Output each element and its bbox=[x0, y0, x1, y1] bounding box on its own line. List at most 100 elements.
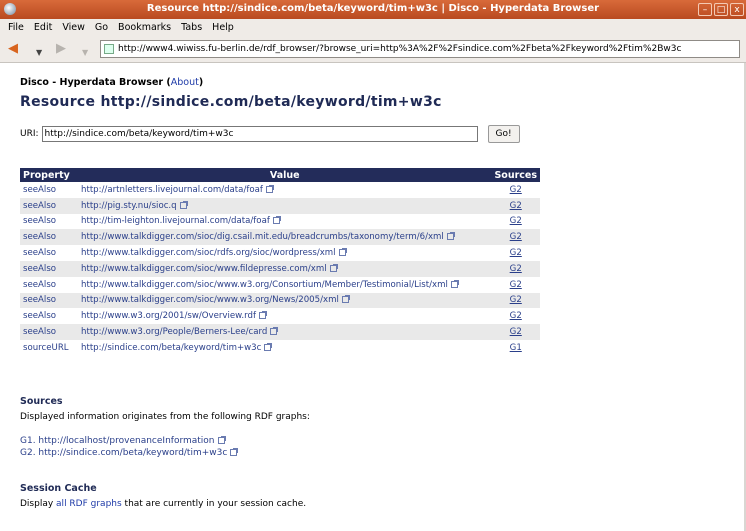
value-link[interactable]: http://pig.sty.nu/sioc.q bbox=[81, 201, 177, 211]
source-link[interactable]: G2 bbox=[510, 280, 522, 290]
source-cell: G1 bbox=[491, 339, 540, 356]
property-link[interactable]: seeAlso bbox=[20, 245, 78, 261]
table-row: seeAlso http://pig.sty.nu/sioc.q G2 bbox=[20, 197, 540, 214]
source-cell: G2 bbox=[491, 292, 540, 309]
back-arrow-icon[interactable]: ◀ bbox=[8, 41, 18, 57]
value-link[interactable]: http://www.w3.org/People/Berners-Lee/car… bbox=[81, 327, 267, 337]
all-rdf-graphs-link[interactable]: all RDF graphs bbox=[56, 499, 122, 509]
property-link[interactable]: seeAlso bbox=[20, 276, 78, 293]
value-cell: http://tim-leighton.livejournal.com/data… bbox=[78, 213, 492, 230]
graph-item: G2. http://sindice.com/beta/keyword/tim+… bbox=[20, 448, 239, 458]
property-link[interactable]: seeAlso bbox=[20, 182, 78, 198]
maximize-button[interactable]: □ bbox=[714, 3, 728, 16]
menu-file[interactable]: File bbox=[3, 22, 29, 33]
external-link-icon[interactable] bbox=[179, 200, 188, 209]
external-link-icon[interactable] bbox=[341, 295, 350, 304]
table-row: seeAlso http://www.w3.org/2001/sw/Overvi… bbox=[20, 308, 540, 325]
property-link[interactable]: seeAlso bbox=[20, 308, 78, 325]
page-title: Resource http://sindice.com/beta/keyword… bbox=[20, 94, 442, 110]
source-link[interactable]: G2 bbox=[510, 264, 522, 274]
property-link[interactable]: seeAlso bbox=[20, 324, 78, 340]
app-name: Disco - Hyperdata Browser bbox=[20, 77, 164, 88]
external-link-icon[interactable] bbox=[270, 327, 279, 336]
source-link[interactable]: G2 bbox=[510, 295, 522, 305]
address-bar[interactable]: http://www4.wiwiss.fu-berlin.de/rdf_brow… bbox=[100, 40, 740, 58]
menu-help[interactable]: Help bbox=[207, 22, 239, 33]
property-link[interactable]: seeAlso bbox=[20, 229, 78, 246]
value-link[interactable]: http://artnletters.livejournal.com/data/… bbox=[81, 185, 263, 195]
header-property: Property bbox=[20, 168, 78, 182]
app-header: Disco - Hyperdata Browser (About) bbox=[20, 77, 204, 88]
value-link[interactable]: http://sindice.com/beta/keyword/tim+w3c bbox=[81, 343, 261, 353]
menu-bar: File Edit View Go Bookmarks Tabs Help bbox=[0, 19, 746, 36]
property-link[interactable]: seeAlso bbox=[20, 260, 78, 277]
close-button[interactable]: x bbox=[730, 3, 744, 16]
graph-link[interactable]: G1. http://localhost/provenanceInformati… bbox=[20, 436, 215, 446]
forward-arrow-icon[interactable]: ▶ bbox=[56, 41, 66, 57]
menu-tabs[interactable]: Tabs bbox=[176, 22, 207, 33]
value-link[interactable]: http://www.w3.org/2001/sw/Overview.rdf bbox=[81, 311, 256, 321]
source-link[interactable]: G1 bbox=[510, 343, 522, 353]
table-row: seeAlso http://www.talkdigger.com/sioc/r… bbox=[20, 245, 540, 261]
value-cell: http://www.talkdigger.com/sioc/www.w3.or… bbox=[78, 292, 492, 309]
source-link[interactable]: G2 bbox=[510, 216, 522, 226]
session-cache-heading: Session Cache bbox=[20, 483, 97, 494]
source-link[interactable]: G2 bbox=[510, 185, 522, 195]
external-link-icon[interactable] bbox=[446, 232, 455, 241]
source-link[interactable]: G2 bbox=[510, 248, 522, 258]
value-link[interactable]: http://tim-leighton.livejournal.com/data… bbox=[81, 216, 270, 226]
value-link[interactable]: http://www.talkdigger.com/sioc/www.w3.or… bbox=[81, 280, 448, 290]
external-link-icon[interactable] bbox=[338, 248, 347, 257]
value-link[interactable]: http://www.talkdigger.com/sioc/www.filde… bbox=[81, 264, 327, 274]
session-text-before: Display bbox=[20, 499, 57, 509]
property-link[interactable]: seeAlso bbox=[20, 213, 78, 230]
property-link[interactable]: sourceURL bbox=[20, 339, 78, 356]
external-link-icon[interactable] bbox=[329, 263, 338, 272]
table-row: seeAlso http://www.talkdigger.com/sioc/w… bbox=[20, 292, 540, 309]
back-dropdown-icon[interactable]: ▼ bbox=[36, 45, 42, 61]
menu-bookmarks[interactable]: Bookmarks bbox=[113, 22, 176, 33]
source-cell: G2 bbox=[491, 229, 540, 246]
value-cell: http://www.talkdigger.com/sioc/www.filde… bbox=[78, 260, 492, 277]
value-link[interactable]: http://www.talkdigger.com/sioc/www.w3.or… bbox=[81, 295, 339, 305]
source-link[interactable]: G2 bbox=[510, 201, 522, 211]
value-cell: http://www.talkdigger.com/sioc/www.w3.or… bbox=[78, 276, 492, 293]
external-link-icon[interactable] bbox=[272, 216, 281, 225]
table-row: seeAlso http://www.talkdigger.com/sioc/w… bbox=[20, 260, 540, 277]
value-cell: http://sindice.com/beta/keyword/tim+w3c bbox=[78, 339, 492, 356]
external-link-icon[interactable] bbox=[264, 342, 273, 351]
property-link[interactable]: seeAlso bbox=[20, 292, 78, 309]
external-link-icon[interactable] bbox=[230, 448, 239, 456]
value-cell: http://www.talkdigger.com/sioc/dig.csail… bbox=[78, 229, 492, 246]
value-cell: http://www.w3.org/People/Berners-Lee/car… bbox=[78, 324, 492, 340]
value-cell: http://pig.sty.nu/sioc.q bbox=[78, 197, 492, 214]
uri-form: URI: Go! bbox=[20, 125, 520, 143]
external-link-icon[interactable] bbox=[450, 279, 459, 288]
table-row: seeAlso http://www.talkdigger.com/sioc/w… bbox=[20, 276, 540, 293]
table-row: seeAlso http://artnletters.livejournal.c… bbox=[20, 182, 540, 198]
source-link[interactable]: G2 bbox=[510, 327, 522, 337]
go-button[interactable]: Go! bbox=[487, 125, 520, 143]
menu-view[interactable]: View bbox=[57, 22, 90, 33]
external-link-icon[interactable] bbox=[259, 311, 268, 320]
external-link-icon[interactable] bbox=[265, 184, 274, 193]
value-link[interactable]: http://www.talkdigger.com/sioc/dig.csail… bbox=[81, 232, 444, 242]
source-cell: G2 bbox=[491, 276, 540, 293]
menu-go[interactable]: Go bbox=[90, 22, 113, 33]
source-cell: G2 bbox=[491, 197, 540, 214]
uri-input[interactable] bbox=[41, 126, 478, 142]
source-link[interactable]: G2 bbox=[510, 311, 522, 321]
menu-edit[interactable]: Edit bbox=[29, 22, 57, 33]
forward-dropdown-icon[interactable]: ▼ bbox=[82, 45, 88, 61]
graph-link[interactable]: G2. http://sindice.com/beta/keyword/tim+… bbox=[20, 448, 227, 458]
external-link-icon[interactable] bbox=[217, 436, 226, 444]
page-favicon-icon bbox=[104, 44, 114, 54]
uri-label: URI: bbox=[20, 129, 39, 139]
source-cell: G2 bbox=[491, 245, 540, 261]
source-link[interactable]: G2 bbox=[510, 232, 522, 242]
title-bar: Resource http://sindice.com/beta/keyword… bbox=[0, 0, 746, 19]
about-link[interactable]: About bbox=[171, 77, 199, 88]
property-link[interactable]: seeAlso bbox=[20, 197, 78, 214]
minimize-button[interactable]: – bbox=[698, 3, 712, 16]
value-link[interactable]: http://www.talkdigger.com/sioc/rdfs.org/… bbox=[81, 248, 336, 258]
